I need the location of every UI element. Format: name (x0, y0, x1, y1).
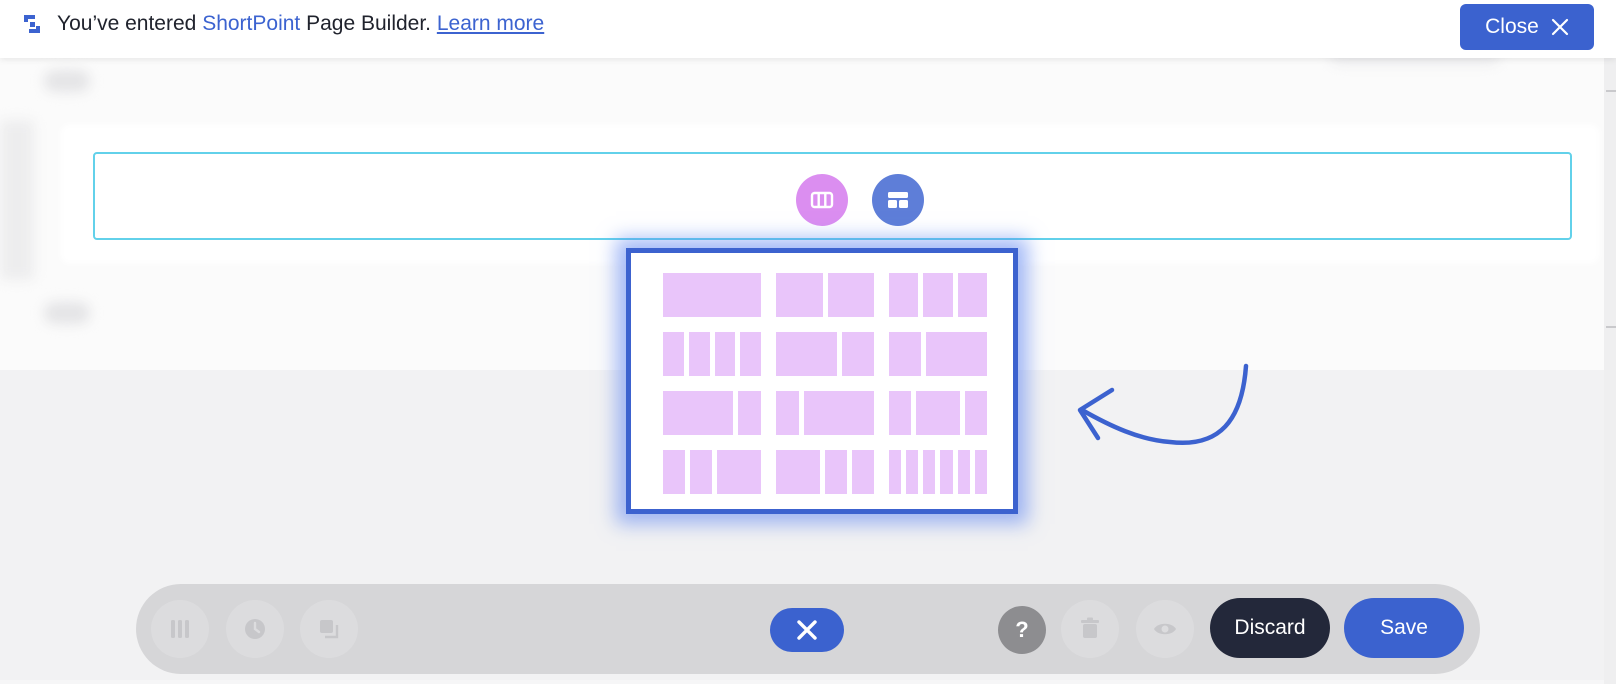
layout-column-block (825, 450, 847, 494)
layout-option[interactable] (663, 391, 761, 435)
preview-button[interactable] (1136, 600, 1194, 658)
layout-column-block (688, 332, 710, 376)
layout-column-block (804, 391, 874, 435)
layout-column-block (906, 450, 919, 494)
save-button[interactable]: Save (1344, 598, 1464, 658)
cancel-button[interactable] (770, 608, 844, 652)
layout-picker-popup (626, 248, 1018, 514)
delete-button[interactable] (1061, 600, 1119, 658)
layout-column-block (663, 332, 684, 376)
shortpoint-logo-icon (24, 15, 40, 33)
layout-column-block (889, 332, 922, 376)
notice-message: You’ve entered ShortPoint Page Builder. … (57, 12, 544, 36)
layout-column-block (926, 332, 987, 376)
layout-column-block (974, 450, 987, 494)
layout-column-block (957, 273, 987, 317)
discard-button[interactable]: Discard (1210, 598, 1330, 658)
layout-icon (888, 192, 908, 208)
layout-option[interactable] (776, 391, 874, 435)
trash-icon (1081, 617, 1099, 638)
layout-column-block (737, 391, 761, 435)
notice-prefix: You’ve entered (57, 12, 203, 35)
layout-column-block (940, 450, 953, 494)
layout-option[interactable] (776, 332, 874, 376)
layout-option[interactable] (663, 273, 761, 317)
layout-column-block (889, 391, 911, 435)
layout-column-block (827, 273, 874, 317)
help-button[interactable]: ? (998, 606, 1046, 654)
copy-icon (320, 620, 339, 639)
scroll-marker (1606, 326, 1616, 328)
layout-column-block (923, 273, 953, 317)
columns-icon (810, 191, 834, 209)
layout-column-block (714, 332, 736, 376)
layout-option[interactable] (663, 450, 761, 494)
history-button[interactable] (226, 600, 284, 658)
layout-column-block (717, 450, 761, 494)
builder-notice-bar: You’ve entered ShortPoint Page Builder. … (0, 0, 1616, 58)
layout-option[interactable] (889, 273, 987, 317)
curved-arrow-icon (1077, 363, 1249, 446)
layout-column-block (776, 450, 820, 494)
close-icon (1551, 18, 1568, 36)
clock-icon (245, 619, 265, 639)
layout-column-block (690, 450, 712, 494)
eye-icon (1154, 623, 1176, 635)
layout-column-block (740, 332, 761, 376)
layout-column-block (852, 450, 874, 494)
columns-button[interactable] (796, 174, 848, 226)
help-label: ? (1015, 617, 1029, 642)
close-icon (797, 620, 817, 640)
close-button-label: Close (1485, 15, 1539, 38)
layout-option[interactable] (889, 450, 987, 494)
layout-column-block (663, 273, 761, 317)
layout-column-block (889, 273, 919, 317)
close-builder-button[interactable]: Close (1460, 4, 1594, 50)
copy-button[interactable] (300, 600, 358, 658)
scrollbar[interactable] (1604, 58, 1616, 684)
brand-name: ShortPoint (202, 12, 301, 35)
layout-options-grid (663, 273, 987, 494)
layout-option[interactable] (889, 391, 987, 435)
layout-option[interactable] (663, 332, 761, 376)
layout-column-block (889, 450, 902, 494)
layout-column-block (957, 450, 970, 494)
layout-column-block (776, 273, 823, 317)
layout-column-block (965, 391, 987, 435)
columns-tool-button[interactable] (151, 600, 209, 658)
layout-column-block (923, 450, 936, 494)
columns-icon (171, 620, 189, 638)
layout-option[interactable] (776, 450, 874, 494)
scroll-marker (1606, 90, 1616, 92)
learn-more-link[interactable]: Learn more (437, 12, 544, 35)
layout-column-block (841, 332, 874, 376)
layout-option[interactable] (776, 273, 874, 317)
layout-option[interactable] (889, 332, 987, 376)
layout-column-block (776, 391, 800, 435)
layout-column-block (916, 391, 960, 435)
layout-button[interactable] (872, 174, 924, 226)
layout-column-block (663, 391, 733, 435)
layout-column-block (776, 332, 837, 376)
layout-column-block (663, 450, 685, 494)
notice-suffix: Page Builder. (300, 12, 437, 35)
